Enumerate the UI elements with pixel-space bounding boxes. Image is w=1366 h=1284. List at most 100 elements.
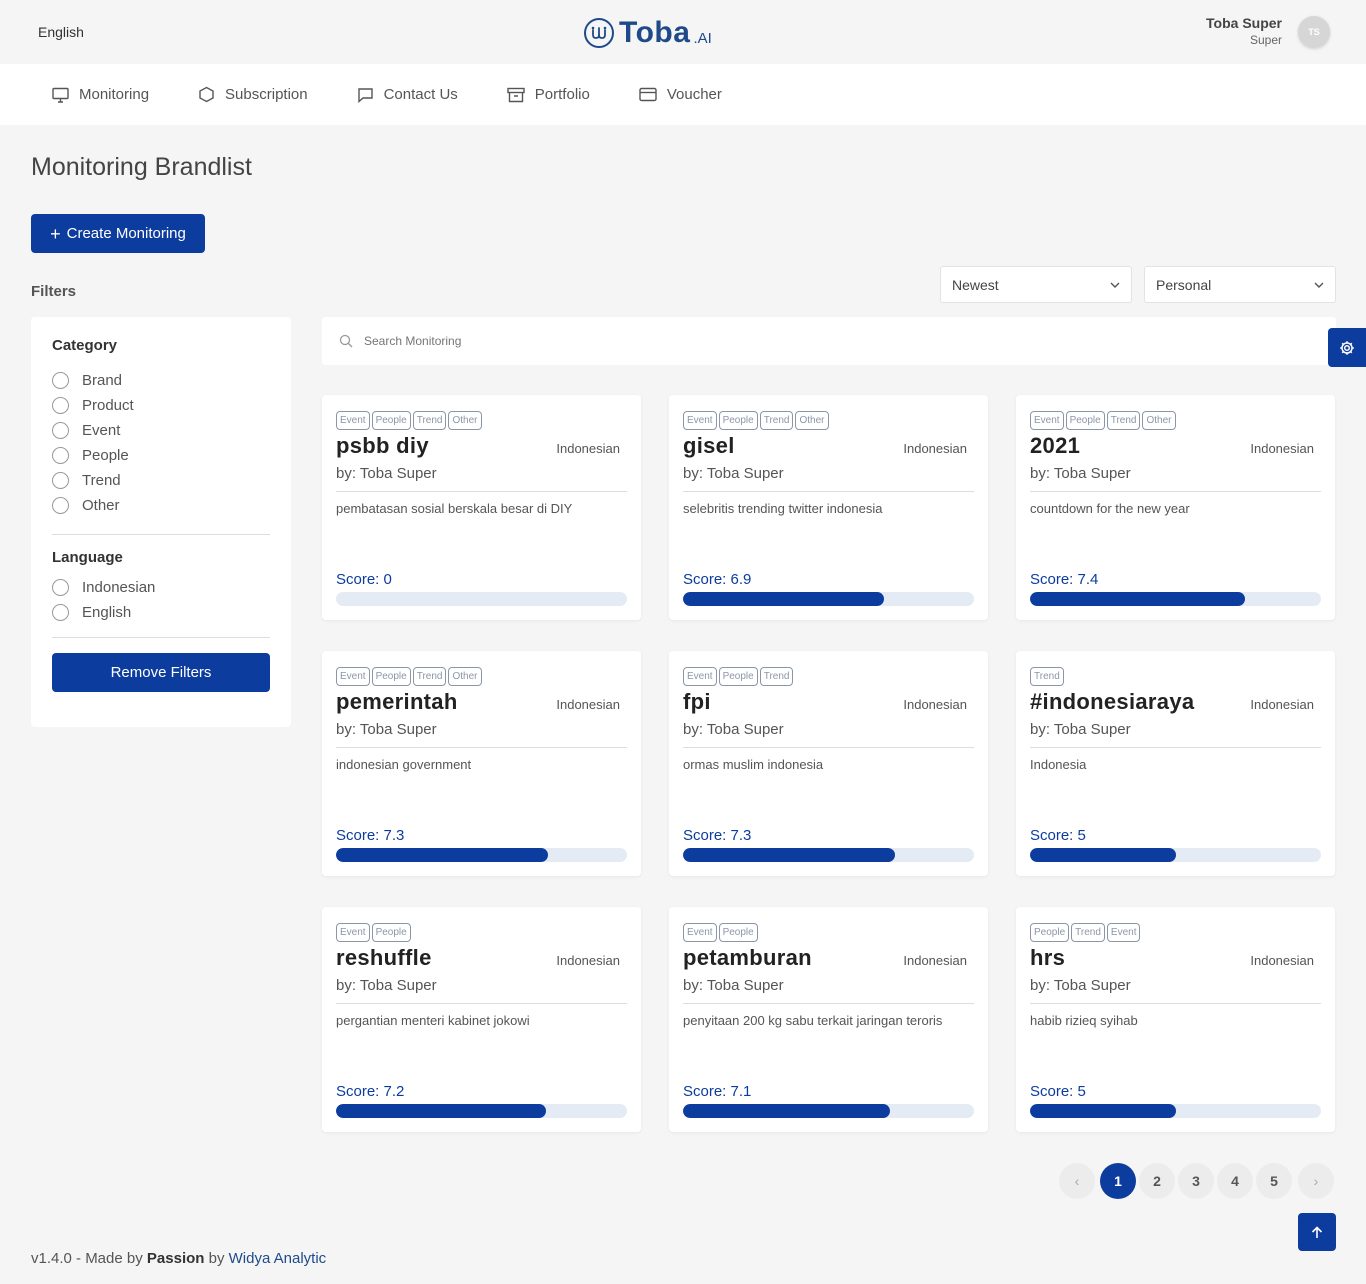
score-bar — [683, 848, 974, 862]
filter-option-trend[interactable]: Trend — [52, 468, 270, 493]
user-info[interactable]: Toba Super Super — [1206, 15, 1282, 47]
scope-select[interactable]: Personal — [1144, 266, 1336, 303]
filter-option-people[interactable]: People — [52, 443, 270, 468]
monitoring-card[interactable]: Event People Trend Other gisel Indonesian by: … — [669, 395, 988, 620]
scroll-to-top-button[interactable] — [1298, 1213, 1336, 1251]
category-list: Brand Product Event People Trend Other — [52, 368, 270, 518]
filter-option-label: English — [82, 604, 132, 621]
category-tag: Event — [683, 667, 717, 686]
card-language: Indonesian — [556, 953, 620, 968]
filter-option-event[interactable]: Event — [52, 418, 270, 443]
chevron-down-icon — [1314, 282, 1324, 288]
footer-version: v1.4.0 - Made by — [31, 1250, 147, 1267]
logo[interactable]: Toba .AI — [584, 16, 712, 50]
top-bar: English Toba .AI Toba Super Super TS — [0, 0, 1366, 64]
monitoring-card[interactable]: Event People Trend Other 2021 Indonesian by: T… — [1016, 395, 1335, 620]
card-title: fpi — [683, 689, 711, 714]
card-title: hrs — [1030, 945, 1066, 970]
category-tag: People — [1065, 411, 1105, 430]
score-bar-fill — [683, 848, 896, 862]
score-bar-fill — [336, 1104, 546, 1118]
monitoring-card-grid: Event People Trend Other psbb diy Indonesian b… — [322, 395, 1336, 1132]
card-score: Score: 7.1 — [683, 1083, 752, 1100]
radio-button[interactable] — [52, 447, 69, 464]
radio-button[interactable] — [52, 422, 69, 439]
card-score: Score: 5 — [1030, 1083, 1086, 1100]
category-tag: Event — [336, 923, 370, 942]
card-title: gisel — [683, 433, 735, 458]
tag-list: Event People Trend Other — [336, 667, 627, 686]
divider — [1030, 491, 1321, 492]
page-button-3[interactable]: 3 — [1178, 1163, 1214, 1199]
category-tag: Event — [1030, 411, 1064, 430]
page-button-2[interactable]: 2 — [1139, 1163, 1175, 1199]
nav-item-contact-us[interactable]: Contact Us — [357, 86, 458, 103]
nav-label: Contact Us — [383, 86, 458, 103]
category-tag: People — [1030, 923, 1070, 942]
filter-option-label: Indonesian — [82, 579, 156, 596]
filter-option-label: Brand — [82, 372, 123, 389]
footer-company-link[interactable]: Widya Analytic — [229, 1250, 327, 1267]
score-bar — [1030, 1104, 1321, 1118]
tag-list: Event People — [336, 923, 627, 942]
sort-select[interactable]: Newest — [940, 266, 1132, 303]
next-page-button[interactable]: › — [1298, 1163, 1334, 1199]
remove-filters-button[interactable]: Remove Filters — [52, 653, 270, 692]
nav-item-voucher[interactable]: Voucher — [639, 86, 722, 103]
tag-list: People Trend Event — [1030, 923, 1321, 942]
card-description: pembatasan sosial berskala besar di DIY — [336, 501, 573, 516]
nav-item-subscription[interactable]: Subscription — [198, 86, 308, 103]
arrow-up-icon — [1311, 1225, 1323, 1238]
divider — [683, 491, 974, 492]
page-button-4[interactable]: 4 — [1217, 1163, 1253, 1199]
card-language: Indonesian — [1250, 441, 1314, 456]
card-author: by: Toba Super — [1030, 465, 1131, 482]
filter-option-brand[interactable]: Brand — [52, 368, 270, 393]
divider — [683, 1003, 974, 1004]
monitoring-card[interactable]: People Trend Event hrs Indonesian by: Toba Su… — [1016, 907, 1335, 1132]
filters-label: Filters — [31, 283, 77, 300]
footer-passion: Passion — [146, 1250, 205, 1267]
card-header: fpi Indonesian — [683, 689, 974, 715]
category-tag: Other — [448, 667, 482, 686]
prev-page-button[interactable]: ‹ — [1059, 1163, 1095, 1199]
card-author: by: Toba Super — [683, 465, 784, 482]
search-input[interactable] — [364, 334, 764, 348]
radio-button[interactable] — [52, 472, 69, 489]
category-tag: Trend — [759, 667, 794, 686]
radio-button[interactable] — [52, 397, 69, 414]
settings-button[interactable] — [1328, 328, 1366, 367]
pagination: ‹ 1 2 3 4 5 › — [1059, 1163, 1334, 1199]
monitoring-card[interactable]: Event People Trend Other pemerintah Indonesia… — [322, 651, 641, 876]
page-button-1[interactable]: 1 — [1100, 1163, 1136, 1199]
monitoring-card[interactable]: Trend #indonesiaraya Indonesian by: Toba Su… — [1016, 651, 1335, 876]
monitoring-card[interactable]: Event People reshuffle Indonesian by: Toba S… — [322, 907, 641, 1132]
filter-option-product[interactable]: Product — [52, 393, 270, 418]
avatar[interactable]: TS — [1298, 16, 1330, 48]
radio-button[interactable] — [52, 579, 69, 596]
divider — [336, 491, 627, 492]
filter-option-indonesian[interactable]: Indonesian — [52, 575, 270, 600]
category-tag: Trend — [412, 667, 447, 686]
card-description: habib rizieq syihab — [1030, 1013, 1138, 1028]
radio-button[interactable] — [52, 497, 69, 514]
radio-button[interactable] — [52, 604, 69, 621]
hexagon-icon — [199, 86, 214, 103]
score-bar-fill — [683, 1104, 890, 1118]
nav-item-monitoring[interactable]: Monitoring — [52, 86, 149, 103]
card-author: by: Toba Super — [336, 465, 437, 482]
score-bar — [1030, 848, 1321, 862]
radio-button[interactable] — [52, 372, 69, 389]
monitoring-card[interactable]: Event People petamburan Indonesian by: Toba … — [669, 907, 988, 1132]
create-monitoring-button[interactable]: + Create Monitoring — [31, 214, 205, 253]
language-switcher[interactable]: English — [38, 24, 84, 40]
filter-option-english[interactable]: English — [52, 600, 270, 625]
nav-item-portfolio[interactable]: Portfolio — [507, 86, 590, 103]
page-button-5[interactable]: 5 — [1256, 1163, 1292, 1199]
category-tag: Trend — [1071, 923, 1105, 942]
logo-suffix: .AI — [693, 29, 712, 47]
filter-option-other[interactable]: Other — [52, 493, 270, 518]
monitoring-card[interactable]: Event People Trend Other psbb diy Indonesian b… — [322, 395, 641, 620]
plus-icon: + — [50, 223, 61, 244]
monitoring-card[interactable]: Event People Trend fpi Indonesian by: Toba Su… — [669, 651, 988, 876]
